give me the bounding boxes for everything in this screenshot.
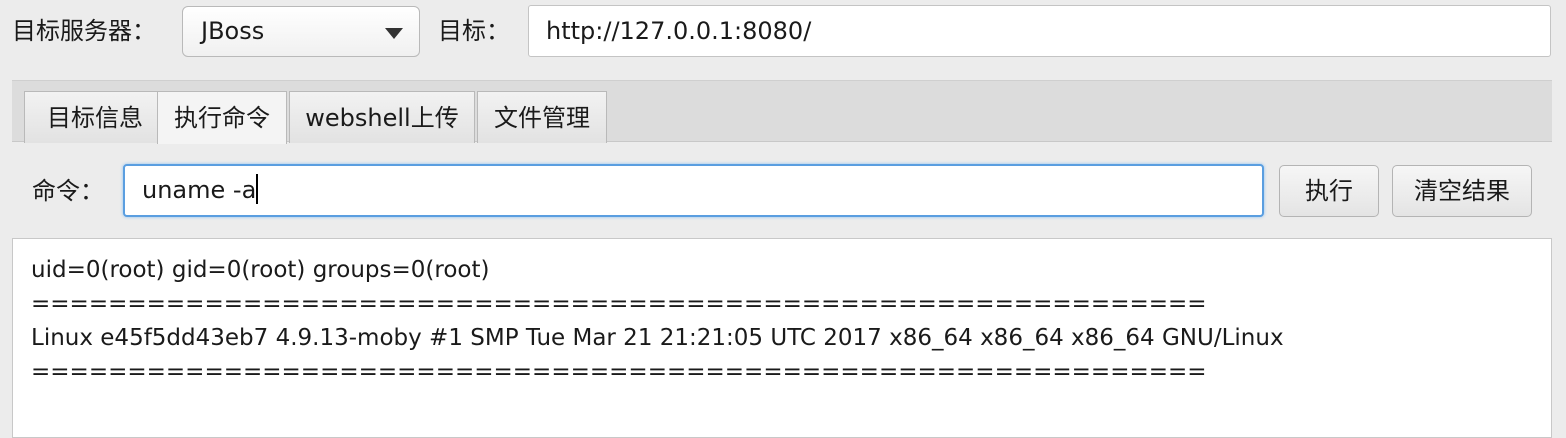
dropdown-arrow-icon <box>385 28 403 39</box>
target-label: 目标： <box>438 17 510 45</box>
execute-button[interactable]: 执行 <box>1279 165 1379 217</box>
output-line: ========================================… <box>31 291 1207 317</box>
output-line: Linux e45f5dd43eb7 4.9.13-moby #1 SMP Tu… <box>31 325 1284 351</box>
output-line: ========================================… <box>31 359 1207 385</box>
command-label: 命令： <box>32 177 104 205</box>
tab-execute-command[interactable]: 执行命令 <box>157 91 287 144</box>
tab-strip: 目标信息 执行命令 webshell上传 文件管理 <box>12 80 1552 144</box>
command-input[interactable]: uname -a <box>123 164 1264 217</box>
server-select-value: JBoss <box>201 17 265 45</box>
server-select[interactable]: JBoss <box>182 6 420 57</box>
target-url-input[interactable]: http://127.0.0.1:8080/ <box>528 5 1551 57</box>
command-input-value: uname -a <box>142 176 257 204</box>
tab-file-manager[interactable]: 文件管理 <box>477 91 607 143</box>
text-caret <box>256 174 259 204</box>
clear-results-button[interactable]: 清空结果 <box>1392 165 1532 217</box>
tab-target-info[interactable]: 目标信息 <box>24 91 166 143</box>
server-label: 目标服务器： <box>12 17 156 45</box>
output-line: uid=0(root) gid=0(root) groups=0(root) <box>31 257 490 283</box>
tab-webshell-upload[interactable]: webshell上传 <box>289 91 475 143</box>
target-toolbar: 目标服务器： JBoss 目标： http://127.0.0.1:8080/ <box>0 0 1566 70</box>
command-output[interactable]: uid=0(root) gid=0(root) groups=0(root) =… <box>12 238 1552 438</box>
